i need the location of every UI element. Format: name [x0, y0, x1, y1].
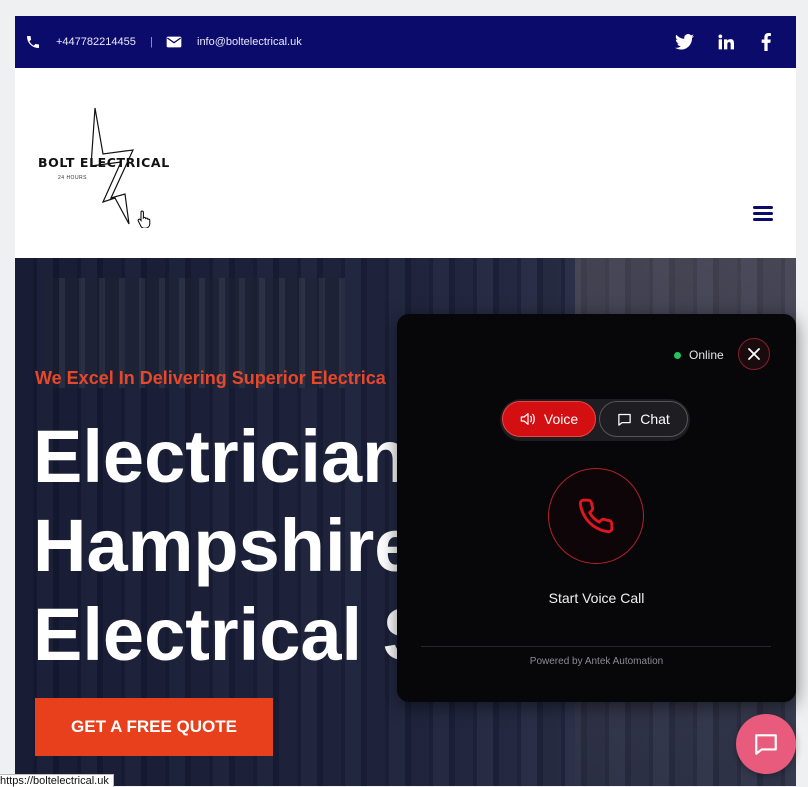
phone-link[interactable]: +447782214455 [56, 16, 136, 68]
tab-voice[interactable]: Voice [502, 401, 596, 437]
free-quote-button[interactable]: GET A FREE QUOTE [35, 698, 273, 756]
hero-headline-line-2: Hampshire [33, 504, 416, 587]
linkedin-icon[interactable] [718, 16, 734, 68]
tab-chat-label: Chat [640, 411, 670, 427]
top-contact-bar: +447782214455 | info@boltelectrical.uk [15, 16, 796, 68]
tab-chat[interactable]: Chat [599, 401, 688, 437]
chat-bubble-icon [755, 734, 777, 755]
hero-tagline: We Excel In Delivering Superior Electric… [35, 368, 386, 388]
widget-divider [421, 646, 771, 647]
hero-headline-line-1: Electrician [33, 415, 408, 498]
online-status: Online [674, 348, 724, 362]
online-status-text: Online [689, 348, 724, 362]
voice-chat-widget: Online Voice Chat Start Voice Call Power… [397, 314, 796, 702]
chat-launcher-button[interactable] [736, 714, 796, 774]
logo-text: BOLT ELECTRICAL [38, 155, 170, 170]
powered-by-text: Powered by Antek Automation [529, 656, 664, 667]
close-icon [748, 348, 760, 360]
link-status-url: https://boltelectrical.uk [0, 774, 114, 787]
envelope-icon [166, 16, 182, 68]
widget-mode-tabs: Voice Chat [500, 399, 690, 441]
tab-voice-label: Voice [543, 411, 579, 427]
hero-headline-line-3: Electrical S [33, 593, 433, 676]
phone-icon [25, 16, 41, 68]
facebook-icon[interactable] [761, 16, 771, 68]
online-dot-icon [674, 351, 681, 359]
hand-cursor-icon [137, 210, 151, 228]
speaker-icon [520, 413, 535, 425]
start-voice-call-button[interactable] [548, 468, 644, 564]
twitter-icon[interactable] [675, 16, 694, 68]
lightning-bolt-icon [90, 107, 134, 225]
widget-close-button[interactable] [738, 338, 770, 370]
topbar-separator: | [150, 36, 153, 48]
chat-bubble-icon [618, 413, 631, 426]
start-voice-call-label: Start Voice Call [548, 590, 645, 606]
phone-icon [578, 498, 614, 534]
site-header: BOLT ELECTRICAL 24 HOURS [15, 68, 796, 258]
email-link[interactable]: info@boltelectrical.uk [197, 16, 302, 68]
logo-subtext: 24 HOURS [58, 175, 88, 181]
bolt-electrical-logo[interactable]: BOLT ELECTRICAL 24 HOURS [33, 106, 198, 236]
hamburger-menu-icon[interactable] [753, 206, 773, 222]
